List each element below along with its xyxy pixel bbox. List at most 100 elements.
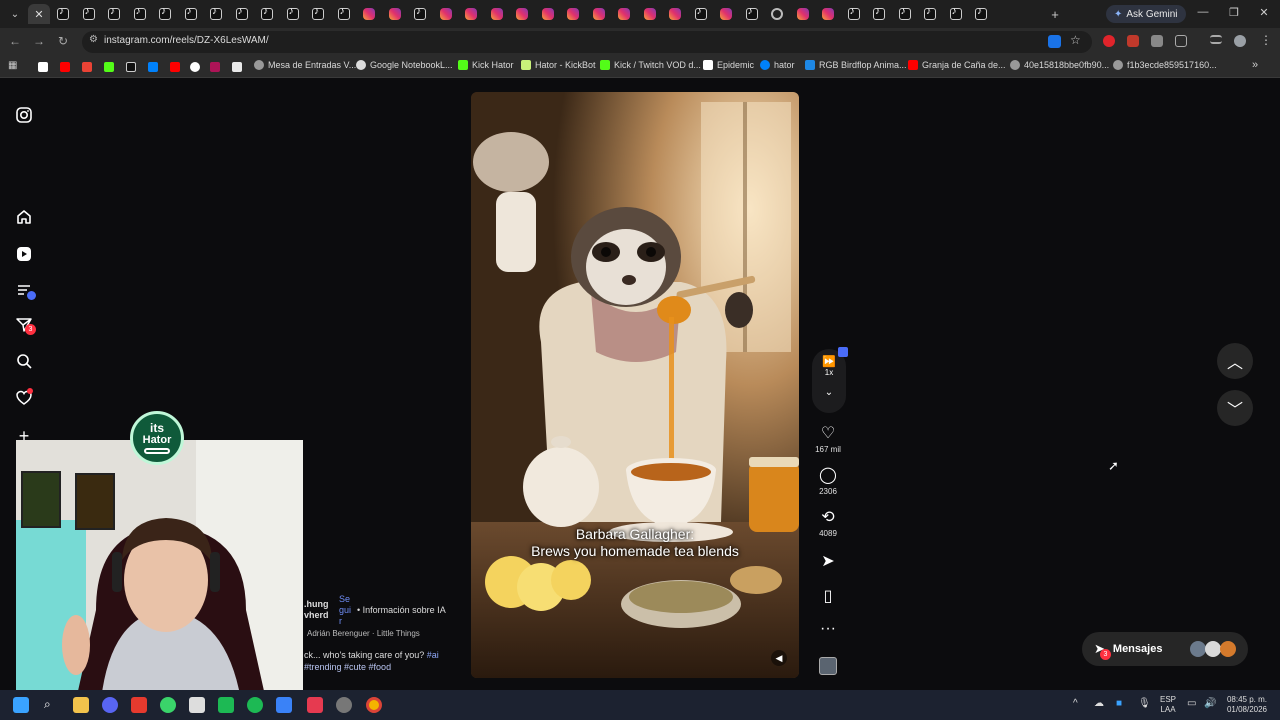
home-icon[interactable] [14, 207, 34, 227]
browser-tab[interactable] [588, 4, 610, 24]
app-icon[interactable] [232, 62, 242, 72]
bookmark-6[interactable]: hator [760, 60, 795, 70]
browser-tab[interactable] [129, 4, 151, 24]
notifications-heart-icon[interactable] [14, 388, 34, 408]
messages-pill[interactable]: ➤ 3 Mensajes [1082, 632, 1248, 666]
window-close-button[interactable]: ✕ [1254, 6, 1274, 19]
more-bookmarks-icon[interactable]: » [1252, 59, 1258, 71]
browser-tab[interactable] [919, 4, 941, 24]
description-hashtags[interactable]: #trending #cute #food [304, 662, 391, 672]
start-windows-icon[interactable] [13, 697, 29, 713]
browser-tab[interactable] [613, 4, 635, 24]
streamlabs-icon[interactable] [210, 62, 220, 72]
apps-grid-icon[interactable]: ▦ [8, 60, 17, 71]
browser-tab[interactable] [256, 4, 278, 24]
bookmark-1[interactable]: Google NotebookL... [356, 60, 453, 70]
previous-reel-button[interactable]: ︿ [1217, 343, 1253, 379]
restore-button[interactable]: ❐ [1224, 6, 1244, 19]
audio-track[interactable]: Adrián Berenguer · Little Things [307, 629, 420, 638]
kick-icon[interactable] [104, 62, 114, 72]
extensions-puzzle-icon[interactable] [1175, 35, 1187, 47]
tray-app-icon[interactable]: ■ [1116, 699, 1122, 709]
ask-gemini-button[interactable]: ✦ Ask Gemini [1106, 5, 1186, 23]
translate-icon[interactable] [1048, 35, 1061, 48]
browser-tab[interactable] [358, 4, 380, 24]
browser-tab[interactable] [231, 4, 253, 24]
microphone-icon[interactable]: 🎙 [1138, 699, 1151, 709]
bookmark-9[interactable]: 40e15818bbe0fb90... [1010, 60, 1109, 70]
browser-tab[interactable] [945, 4, 967, 24]
follow-link-line-3[interactable]: r [339, 616, 342, 626]
app-blue-icon[interactable] [276, 697, 292, 713]
post-username-line-1[interactable]: .hung [304, 599, 329, 609]
browser-tab[interactable] [894, 4, 916, 24]
browser-tab[interactable] [690, 4, 712, 24]
browser-tab[interactable] [78, 4, 100, 24]
meta-icon[interactable] [148, 62, 158, 72]
extension-red-square-icon[interactable] [1127, 35, 1139, 47]
save-button[interactable]: ▯ [812, 588, 844, 606]
explore-menu-icon[interactable] [14, 280, 36, 300]
site-info-icon[interactable]: ⚙ [89, 34, 98, 45]
more-options-button[interactable]: ··· [812, 620, 844, 638]
network-icon[interactable]: ▭ [1187, 699, 1196, 709]
speed-control[interactable]: ⏩ 1x ⌄ [812, 347, 848, 413]
bookmark-0[interactable]: Mesa de Entradas V... [254, 60, 356, 70]
browser-menu-icon[interactable]: ⋮ [1260, 33, 1272, 47]
browser-tab[interactable] [333, 4, 355, 24]
browser-tab[interactable] [766, 4, 788, 24]
browser-tab[interactable] [52, 4, 74, 24]
bookmark-3[interactable]: Hator - KickBot [521, 60, 596, 70]
minimize-button[interactable]: — [1193, 6, 1213, 18]
repost-button[interactable]: ⟲ 4089 [812, 509, 844, 538]
youtube-icon[interactable] [170, 62, 180, 72]
follow-link-line-2[interactable]: gui [339, 605, 351, 615]
media-controls-icon[interactable] [1210, 35, 1222, 44]
share-button[interactable]: ➤ [812, 553, 844, 571]
app-red-icon[interactable] [131, 697, 147, 713]
clock[interactable]: 08:45 p. m. 01/08/2026 [1222, 695, 1272, 715]
file-explorer-icon[interactable] [73, 697, 89, 713]
browser-tab[interactable] [792, 4, 814, 24]
mute-toggle-icon[interactable]: ◀ [771, 650, 787, 666]
browser-tab[interactable] [537, 4, 559, 24]
browser-tab[interactable] [715, 4, 737, 24]
gmail-icon[interactable] [82, 62, 92, 72]
browser-tab[interactable] [307, 4, 329, 24]
reels-icon[interactable] [14, 244, 34, 264]
post-username-line-2[interactable]: vherd [304, 610, 329, 620]
messages-icon[interactable]: 3 [14, 315, 36, 335]
bookmark-2[interactable]: Kick Hator [458, 60, 514, 70]
extension-gray-icon[interactable] [1151, 35, 1163, 47]
ai-info-label[interactable]: • Información sobre IA [357, 605, 446, 615]
instagram-logo-icon[interactable] [14, 105, 34, 125]
browser-tab[interactable] [511, 4, 533, 24]
notion-icon[interactable] [38, 62, 48, 72]
browser-tab[interactable] [639, 4, 661, 24]
next-reel-button[interactable]: ﹀ [1217, 390, 1253, 426]
browser-tab[interactable] [741, 4, 763, 24]
reel-video[interactable]: Barbara Gallagher: Brews you homemade te… [471, 92, 799, 678]
audio-thumbnail[interactable] [819, 657, 837, 675]
active-tab[interactable]: ✕ [28, 4, 50, 24]
like-button[interactable]: ♡ 167 mil [812, 425, 844, 454]
obs-icon[interactable] [336, 697, 352, 713]
github-icon[interactable] [190, 62, 200, 72]
bookmark-7[interactable]: RGB Birdflop Anima... [805, 60, 907, 70]
browser-tab[interactable] [180, 4, 202, 24]
tray-overflow-icon[interactable]: ^ [1073, 699, 1078, 709]
cloud-icon[interactable]: ☁ [1094, 699, 1104, 709]
language-indicator[interactable]: ESP LAA [1156, 695, 1180, 715]
app-pink-icon[interactable] [307, 697, 323, 713]
app-green-icon[interactable] [160, 697, 176, 713]
browser-tab[interactable] [282, 4, 304, 24]
profile-avatar[interactable] [1234, 35, 1246, 47]
follow-link-line-1[interactable]: Se [339, 594, 350, 604]
close-icon[interactable]: ✕ [34, 8, 43, 21]
forward-button[interactable]: → [31, 34, 47, 48]
bookmark-10[interactable]: f1b3ecde859517160... [1113, 60, 1217, 70]
browser-tab[interactable] [486, 4, 508, 24]
app-green-square-icon[interactable] [218, 697, 234, 713]
taskbar-search-icon[interactable]: ⌕ [44, 697, 60, 713]
browser-tab[interactable] [384, 4, 406, 24]
